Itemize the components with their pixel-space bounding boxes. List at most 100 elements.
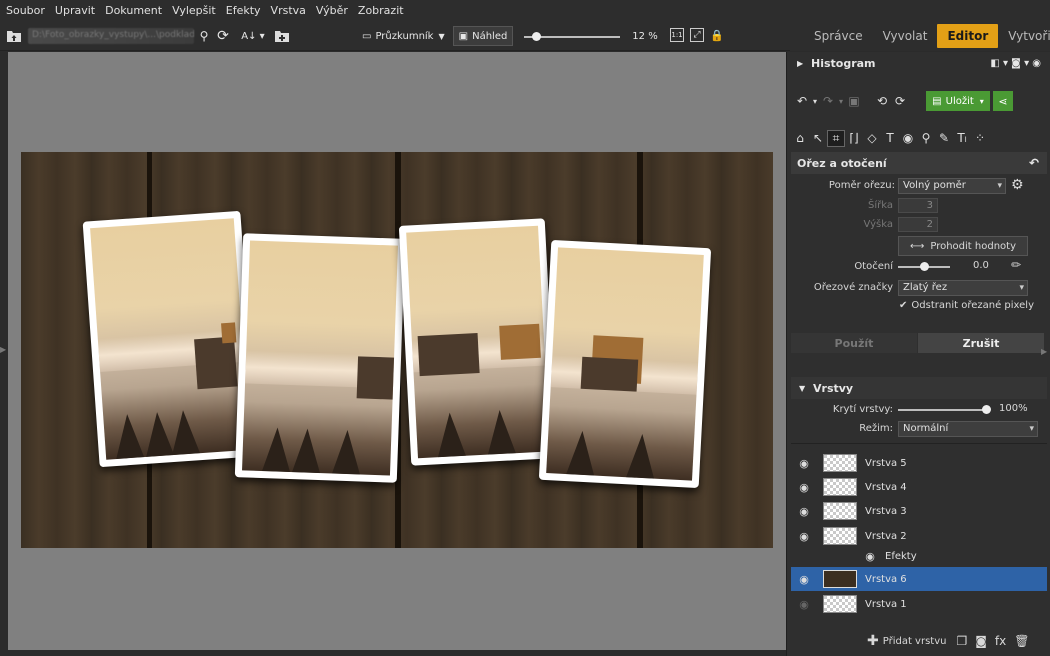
actual-size-button[interactable]: 1:1 bbox=[670, 28, 684, 42]
trash-icon[interactable]: 🗑 bbox=[1014, 634, 1029, 648]
compare-icon[interactable]: ▣ bbox=[845, 94, 863, 108]
rotation-value: 0.0 bbox=[973, 260, 989, 271]
save-button[interactable]: ▤ Uložit ▾ bbox=[926, 91, 990, 111]
tab-editor[interactable]: Editor bbox=[937, 24, 999, 48]
path-text: D:\Foto_obrazky_vystupy\...\podklady bbox=[32, 30, 194, 40]
layer-name: Vrstva 4 bbox=[865, 481, 907, 493]
gear-icon[interactable]: ⚙ bbox=[1011, 177, 1024, 193]
layers-header[interactable]: ▼ Vrstvy bbox=[791, 377, 1047, 399]
remove-pixels-label: Odstranit ořezané pixely bbox=[911, 300, 1034, 311]
text-box-icon[interactable]: T bbox=[881, 131, 899, 145]
eye-icon[interactable]: ◉ bbox=[791, 598, 817, 611]
new-folder-icon[interactable] bbox=[274, 28, 290, 44]
fit-screen-icon[interactable]: ⤢ bbox=[690, 28, 704, 42]
menu-dokument[interactable]: Dokument bbox=[105, 4, 162, 17]
preview-button[interactable]: ▣ Náhled bbox=[453, 26, 513, 46]
eye-icon[interactable]: ◉ bbox=[791, 481, 817, 494]
mask-icon[interactable]: ◙ bbox=[975, 634, 987, 648]
eye-icon[interactable]: ◉ bbox=[899, 131, 917, 145]
menu-efekty[interactable]: Efekty bbox=[226, 4, 261, 17]
tab-spravce[interactable]: Správce bbox=[804, 24, 873, 48]
layer-row-2[interactable]: ◉ Vrstva 2 bbox=[791, 524, 1047, 548]
layer-row-4[interactable]: ◉ Vrstva 4 bbox=[791, 475, 1047, 499]
history-row: ↶ ▾ ↷ ▾ ▣ ⟲ ⟳ bbox=[793, 92, 909, 110]
reset-icon[interactable]: ↶ bbox=[1029, 156, 1039, 170]
crop-icon[interactable]: ⌗ bbox=[827, 129, 845, 147]
opacity-slider-track[interactable] bbox=[898, 409, 986, 411]
refresh-icon[interactable]: ⟳ bbox=[215, 27, 231, 45]
text-icon[interactable]: Tₗ bbox=[953, 131, 971, 145]
add-layer-button[interactable]: ✚ Přidat vrstvu bbox=[867, 633, 946, 649]
eye-icon[interactable]: ◉ bbox=[791, 505, 817, 518]
zoom-slider-knob[interactable] bbox=[531, 32, 541, 41]
eye-icon[interactable]: ◉ bbox=[857, 550, 883, 563]
straighten-icon[interactable]: ✏ bbox=[1011, 258, 1021, 272]
layer-row-5[interactable]: ◉ Vrstva 5 bbox=[791, 451, 1047, 475]
menu-vrstva[interactable]: Vrstva bbox=[271, 4, 306, 17]
dots-icon[interactable]: ⁘ bbox=[971, 131, 989, 145]
home-icon[interactable]: ⌂ bbox=[791, 131, 809, 145]
stamp-icon[interactable]: ⚲ bbox=[917, 131, 935, 145]
crop-title: Ořez a otočení bbox=[797, 156, 887, 170]
remove-pixels-checkbox[interactable]: ✔ Odstranit ořezané pixely bbox=[899, 300, 1034, 311]
right-panel: ▶ Histogram ◧ ▾ ◙ ▾ ◉ ↶ ▾ ↷ ▾ ▣ ⟲ ⟳ ▤ Ul… bbox=[786, 52, 1050, 656]
eye-icon[interactable]: ◉ bbox=[791, 530, 817, 543]
lock-icon[interactable]: 🔒 bbox=[710, 28, 724, 42]
undo-icon[interactable]: ↶ bbox=[793, 94, 811, 108]
height-label: Výška bbox=[863, 219, 893, 230]
menu-upravit[interactable]: Upravit bbox=[55, 4, 95, 17]
ratio-dropdown[interactable]: Volný poměr bbox=[898, 178, 1006, 194]
image-icon: ▣ bbox=[458, 30, 469, 42]
sort-icon[interactable]: A↓ ▾ bbox=[240, 27, 266, 45]
height-field[interactable]: 2 bbox=[898, 217, 938, 232]
rotation-slider-knob[interactable] bbox=[920, 262, 929, 271]
layer-effects-row[interactable]: ◉ Efekty bbox=[791, 546, 1047, 566]
layer-row-3[interactable]: ◉ Vrstva 3 bbox=[791, 499, 1047, 523]
duplicate-icon[interactable]: ❐ bbox=[956, 634, 967, 648]
rotate-left-icon[interactable]: ⟲ bbox=[873, 94, 891, 108]
photo-image-3 bbox=[406, 225, 550, 459]
menu-zobrazit[interactable]: Zobrazit bbox=[358, 4, 404, 17]
browser-dropdown[interactable]: ▭ Průzkumník ▼ bbox=[362, 27, 450, 45]
pointer-icon[interactable]: ↖ bbox=[809, 131, 827, 145]
menu-vylepsit[interactable]: Vylepšit bbox=[172, 4, 216, 17]
blend-mode-dropdown[interactable]: Normální bbox=[898, 421, 1038, 437]
perspective-icon[interactable]: ⌈⌋ bbox=[845, 131, 863, 145]
rotate-right-icon[interactable]: ⟳ bbox=[891, 94, 909, 108]
layer-row-1[interactable]: ◉ Vrstva 1 bbox=[791, 592, 1047, 616]
swap-label: Prohodit hodnoty bbox=[930, 240, 1016, 252]
edited-image[interactable] bbox=[21, 152, 773, 548]
app-window: Soubor Upravit Dokument Vylepšit Efekty … bbox=[0, 0, 1050, 656]
search-icon[interactable]: ⚲ bbox=[196, 28, 212, 44]
chevron-down-icon[interactable]: ▾ bbox=[811, 97, 819, 106]
shape-icon[interactable]: ◇ bbox=[863, 131, 881, 145]
apply-button[interactable]: Použít bbox=[791, 333, 917, 353]
share-icon: ⋖ bbox=[998, 94, 1008, 108]
crop-marks-dropdown[interactable]: Zlatý řez bbox=[898, 280, 1028, 296]
layer-row-6[interactable]: ◉ Vrstva 6 bbox=[791, 567, 1047, 591]
redo-icon[interactable]: ↷ bbox=[819, 94, 837, 108]
panel-collapse-handle[interactable]: ▶ bbox=[0, 345, 7, 359]
histogram-header[interactable]: ▶ Histogram ◧ ▾ ◙ ▾ ◉ bbox=[791, 52, 1047, 74]
tab-vytvorit[interactable]: Vytvořit bbox=[998, 24, 1050, 48]
brush-icon[interactable]: ✎ bbox=[935, 131, 953, 145]
menu-vyber[interactable]: Výběr bbox=[316, 4, 348, 17]
tab-vyvolat[interactable]: Vyvolat bbox=[873, 24, 938, 48]
width-field[interactable]: 3 bbox=[898, 198, 938, 213]
layer-name: Vrstva 6 bbox=[865, 573, 907, 585]
share-button[interactable]: ⋖ bbox=[993, 91, 1013, 111]
chevron-down-icon[interactable]: ▾ bbox=[837, 97, 845, 106]
swap-values-button[interactable]: ⟷ Prohodit hodnoty bbox=[898, 236, 1028, 256]
cancel-button[interactable]: Zrušit bbox=[918, 333, 1044, 353]
folder-up-icon[interactable] bbox=[6, 28, 22, 44]
menu-soubor[interactable]: Soubor bbox=[6, 4, 45, 17]
histogram-options-icon[interactable]: ◧ ▾ ◙ ▾ ◉ bbox=[990, 58, 1041, 69]
panel-handle-icon[interactable]: ▶ bbox=[1041, 347, 1047, 356]
preview-label: Náhled bbox=[472, 30, 508, 42]
opacity-value: 100% bbox=[999, 403, 1028, 414]
eye-icon[interactable]: ◉ bbox=[791, 573, 817, 586]
opacity-slider-knob[interactable] bbox=[982, 405, 991, 414]
eye-icon[interactable]: ◉ bbox=[791, 457, 817, 470]
path-field[interactable]: D:\Foto_obrazky_vystupy\...\podklady bbox=[28, 28, 194, 44]
fx-button[interactable]: fx bbox=[995, 634, 1006, 648]
